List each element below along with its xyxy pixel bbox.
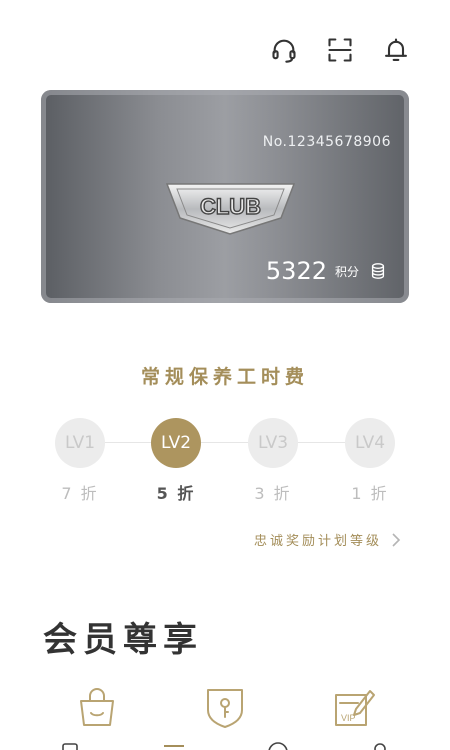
club-logo-text: CLUB [200,194,261,219]
tab-profile-icon[interactable] [368,740,392,750]
tab-explore-icon[interactable] [266,740,290,750]
loyalty-program-link[interactable]: 忠诚奖励计划等级 [254,530,402,549]
top-toolbar [268,34,412,66]
tab-home-icon[interactable] [58,740,82,750]
svg-text:VIP: VIP [341,713,356,723]
level-discount: 5 折 [156,484,196,503]
level-badge: LV2 [151,418,201,468]
headset-icon[interactable] [268,34,300,66]
level-badge: LV4 [345,418,395,468]
privileges-row: VIP [0,685,450,735]
level-discount: 3 折 [254,484,292,503]
loyalty-program-label: 忠诚奖励计划等级 [253,534,382,549]
membership-card[interactable]: No.12345678906 CLUB 5322 积分 [41,90,409,303]
benefit-title: 常规保养工时费 [140,366,309,388]
points-unit: 积分 [334,264,359,279]
bell-icon[interactable] [380,34,412,66]
level-lv1[interactable]: LV1 7 折 [55,418,105,504]
shield-key-icon[interactable] [203,685,247,729]
member-privileges-title: 会员尊享 [43,620,203,660]
level-lv3[interactable]: LV3 3 折 [248,418,298,504]
level-badge: LV3 [248,418,298,468]
tab-member-icon[interactable] [162,740,186,750]
card-number: No.12345678906 [262,134,391,150]
level-connector-line [80,442,370,443]
coin-stack-icon [371,263,385,279]
level-discount: 1 折 [351,484,389,503]
level-lv2[interactable]: LV2 5 折 [151,418,201,504]
club-logo: CLUB [165,183,296,235]
points-display: 5322 积分 [266,257,387,285]
chevron-right-icon [392,532,401,547]
level-track: LV1 7 折 LV2 5 折 LV3 3 折 LV4 1 折 [55,418,395,508]
vip-card-icon[interactable]: VIP [332,685,376,729]
level-badge: LV1 [55,418,105,468]
scan-icon[interactable] [324,34,356,66]
level-discount: 7 折 [61,484,99,503]
points-value: 5322 [265,257,327,285]
bottom-tab-bar [0,740,450,750]
shopping-bag-icon[interactable] [75,685,119,729]
level-lv4[interactable]: LV4 1 折 [345,418,395,504]
